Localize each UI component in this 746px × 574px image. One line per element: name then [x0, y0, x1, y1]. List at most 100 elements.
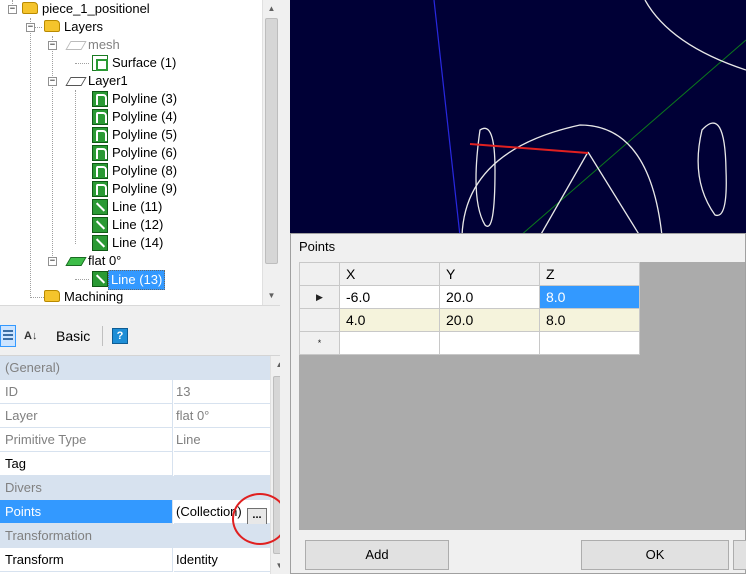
add-button[interactable]: Add	[305, 540, 449, 570]
tree-item-label: Polyline (9)	[112, 181, 178, 196]
column-header-z[interactable]: Z	[539, 262, 640, 286]
viewport-drawing	[433, 0, 746, 236]
property-row-transform[interactable]: Transform Identity	[0, 548, 270, 572]
tree-item-line[interactable]: Line (12)	[110, 216, 165, 234]
tree-line	[30, 297, 44, 298]
tree-item-label: Machining	[64, 289, 124, 304]
property-row-points[interactable]: Points (Collection)	[0, 500, 270, 524]
collapse-toggle[interactable]: −	[48, 77, 57, 86]
tree-item-polyline[interactable]: Polyline (9)	[110, 180, 179, 198]
tree-line	[75, 90, 76, 244]
scroll-up-icon[interactable]: ▲	[263, 0, 280, 17]
tree-item-label: Polyline (8)	[112, 163, 178, 178]
polyline-icon	[92, 181, 108, 197]
property-name: ID	[0, 380, 173, 404]
selected-line	[469, 143, 589, 154]
tree-scrollbar[interactable]: ▲ ▼	[262, 0, 280, 305]
tree-item-label: piece_1_positionel	[42, 1, 150, 16]
cell-y[interactable]: 20.0	[439, 308, 540, 332]
scroll-thumb[interactable]	[265, 18, 278, 264]
scroll-down-icon[interactable]: ▼	[263, 287, 280, 304]
toolbar-separator	[102, 326, 103, 346]
property-row-tag[interactable]: Tag	[0, 452, 270, 476]
property-row-layer[interactable]: Layer flat 0°	[0, 404, 270, 428]
cell-x[interactable]	[339, 331, 440, 355]
polyline-icon	[92, 163, 108, 179]
tree-item-mesh[interactable]: mesh	[86, 36, 122, 54]
cancel-button[interactable]	[733, 540, 746, 570]
property-row-id[interactable]: ID 13	[0, 380, 270, 404]
tree-line	[75, 279, 89, 280]
x-axis-line	[519, 39, 746, 236]
tree-item-layer1[interactable]: Layer1	[86, 72, 130, 90]
points-grid-area[interactable]: X Y Z ▶ -6.0 20.0 8.0 4.0 20.0 8.0 *	[299, 262, 745, 530]
tree-item-line-selected[interactable]: Line (13)	[108, 270, 166, 290]
current-row-icon[interactable]: ▶	[299, 285, 340, 309]
cell-x[interactable]: -6.0	[339, 285, 440, 309]
tree-item-polyline[interactable]: Polyline (3)	[110, 90, 179, 108]
tree-item-flat[interactable]: flat 0°	[86, 252, 123, 270]
categorized-icon[interactable]	[0, 325, 16, 347]
property-row-primitive-type[interactable]: Primitive Type Line	[0, 428, 270, 452]
collapse-toggle[interactable]: −	[8, 5, 17, 14]
property-toolbar: A↓ Basic ?	[0, 312, 286, 356]
line-icon	[92, 217, 108, 233]
y-axis-line	[433, 0, 461, 236]
tree-item-label: Polyline (6)	[112, 145, 178, 160]
column-header-y[interactable]: Y	[439, 262, 540, 286]
tree-item-label: Polyline (4)	[112, 109, 178, 124]
help-icon[interactable]: ?	[112, 328, 128, 344]
collapse-toggle[interactable]: −	[48, 41, 57, 50]
tree-item-piece[interactable]: piece_1_positionel	[40, 0, 152, 18]
tree-item-polyline[interactable]: Polyline (6)	[110, 144, 179, 162]
alphabetical-icon[interactable]: A↓	[24, 325, 44, 347]
tree-line	[75, 63, 89, 64]
new-row: *	[299, 331, 640, 355]
cell-z[interactable]	[539, 331, 640, 355]
triangle-left	[539, 151, 589, 236]
row-header[interactable]	[299, 308, 340, 332]
tree-item-layers[interactable]: Layers	[62, 18, 105, 36]
property-grid: (General) ID 13 Layer flat 0° Primitive …	[0, 356, 270, 574]
property-value: Identity	[174, 548, 270, 572]
cell-y[interactable]	[439, 331, 540, 355]
category-divers[interactable]: Divers	[0, 476, 270, 500]
property-value: Line	[174, 428, 270, 452]
tree-item-surface[interactable]: Surface (1)	[110, 54, 178, 72]
cell-x[interactable]: 4.0	[339, 308, 440, 332]
tree-item-label: Polyline (3)	[112, 91, 178, 106]
basic-button[interactable]: Basic	[56, 325, 90, 347]
ok-button[interactable]: OK	[581, 540, 729, 570]
cell-y[interactable]: 20.0	[439, 285, 540, 309]
teardrop-left	[475, 127, 496, 227]
cell-z[interactable]: 8.0	[539, 285, 640, 309]
line-icon	[92, 199, 108, 215]
tree-item-line[interactable]: Line (11)	[110, 198, 164, 216]
collapse-toggle[interactable]: −	[48, 257, 57, 266]
tree-item-label: mesh	[88, 37, 120, 52]
cell-z[interactable]: 8.0	[539, 308, 640, 332]
new-row-icon[interactable]: *	[299, 331, 340, 355]
surface-icon	[92, 55, 108, 71]
property-name: Tag	[0, 452, 173, 476]
layer-icon	[65, 77, 87, 86]
line-icon	[92, 235, 108, 251]
object-tree[interactable]: − piece_1_positionel − Layers − mesh Sur…	[0, 0, 280, 305]
collapse-toggle[interactable]: −	[26, 23, 35, 32]
3d-viewport[interactable]	[290, 0, 746, 236]
property-value: flat 0°	[174, 404, 270, 428]
category-transformation[interactable]: Transformation	[0, 524, 270, 548]
table-row: 4.0 20.0 8.0	[299, 308, 640, 332]
polyline-icon	[92, 127, 108, 143]
tree-item-polyline[interactable]: Polyline (5)	[110, 126, 179, 144]
tree-item-polyline[interactable]: Polyline (4)	[110, 108, 179, 126]
panel-splitter[interactable]	[0, 305, 280, 312]
folder-icon	[44, 20, 60, 32]
column-header-x[interactable]: X	[339, 262, 440, 286]
corner-header[interactable]	[299, 262, 340, 286]
tree-item-polyline[interactable]: Polyline (8)	[110, 162, 179, 180]
category-general[interactable]: (General)	[0, 356, 270, 380]
property-value[interactable]	[174, 452, 270, 476]
tree-item-machining[interactable]: Machining	[62, 288, 125, 305]
tree-item-line[interactable]: Line (14)	[110, 234, 165, 252]
